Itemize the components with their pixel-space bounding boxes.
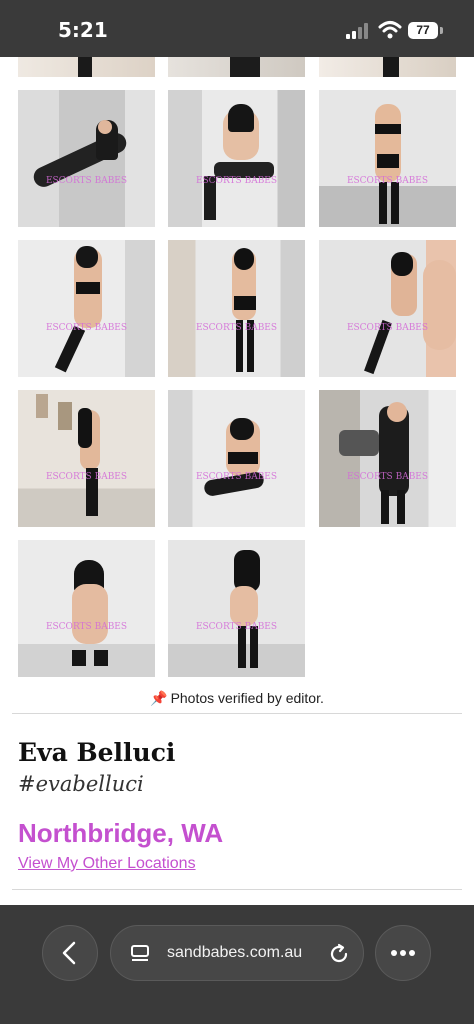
gallery-photo[interactable]: ESCORTS BABES: [18, 240, 155, 377]
gallery-photo[interactable]: ESCORTS BABES: [168, 390, 305, 527]
watermark: ESCORTS BABES: [195, 176, 278, 186]
gallery-photo[interactable]: [168, 57, 305, 77]
address-bar[interactable]: sandbabes.com.au: [110, 925, 364, 981]
gallery-photo[interactable]: ESCORTS BABES: [168, 90, 305, 227]
watermark: ESCORTS BABES: [45, 622, 128, 632]
watermark: ESCORTS BABES: [346, 176, 429, 186]
watermark: ESCORTS BABES: [45, 176, 128, 186]
pushpin-icon: 📌: [150, 690, 168, 706]
back-icon: [62, 941, 76, 965]
cellular-signal-icon: [346, 23, 372, 39]
profile-location: Northbridge, WA: [18, 818, 224, 848]
more-button[interactable]: [375, 925, 431, 981]
gallery-photo[interactable]: ESCORTS BABES: [319, 390, 456, 527]
watermark: ESCORTS BABES: [195, 323, 278, 333]
watermark: ESCORTS BABES: [195, 622, 278, 632]
divider: [12, 889, 462, 890]
battery-tip: [440, 27, 443, 34]
other-locations-link[interactable]: View My Other Locations: [18, 855, 196, 873]
gallery-photo[interactable]: ESCORTS BABES: [168, 240, 305, 377]
status-bar: 5:21 77: [0, 0, 474, 57]
wifi-icon: [378, 21, 402, 39]
photo-gallery: ESCORTS BABES ESCORTS BABES ESCORTS BABE…: [0, 57, 474, 682]
reload-icon[interactable]: [327, 942, 351, 966]
watermark: ESCORTS BABES: [346, 472, 429, 482]
gallery-photo[interactable]: ESCORTS BABES: [168, 540, 305, 677]
url-text: sandbabes.com.au: [167, 944, 303, 961]
status-time: 5:21: [58, 18, 108, 42]
gallery-photo[interactable]: [18, 57, 155, 77]
gallery-photo[interactable]: ESCORTS BABES: [18, 540, 155, 677]
gallery-photo[interactable]: ESCORTS BABES: [18, 90, 155, 227]
back-button[interactable]: [42, 925, 98, 981]
gallery-photo[interactable]: ESCORTS BABES: [18, 390, 155, 527]
profile-name: Eva Belluci: [18, 738, 176, 767]
watermark: ESCORTS BABES: [45, 323, 128, 333]
watermark: ESCORTS BABES: [346, 323, 429, 333]
profile-handle: #evabelluci: [18, 772, 144, 796]
watermark: ESCORTS BABES: [45, 472, 128, 482]
more-icon: [391, 950, 415, 956]
watermark: ESCORTS BABES: [195, 472, 278, 482]
gallery-photo[interactable]: [319, 57, 456, 77]
battery-indicator: 77: [408, 22, 438, 39]
divider: [12, 713, 462, 714]
verified-notice: 📌 Photos verified by editor.: [0, 690, 474, 707]
gallery-photo[interactable]: ESCORTS BABES: [319, 90, 456, 227]
gallery-photo[interactable]: ESCORTS BABES: [319, 240, 456, 377]
tab-icon: [131, 945, 149, 961]
verified-text: Photos verified by editor.: [170, 690, 324, 706]
